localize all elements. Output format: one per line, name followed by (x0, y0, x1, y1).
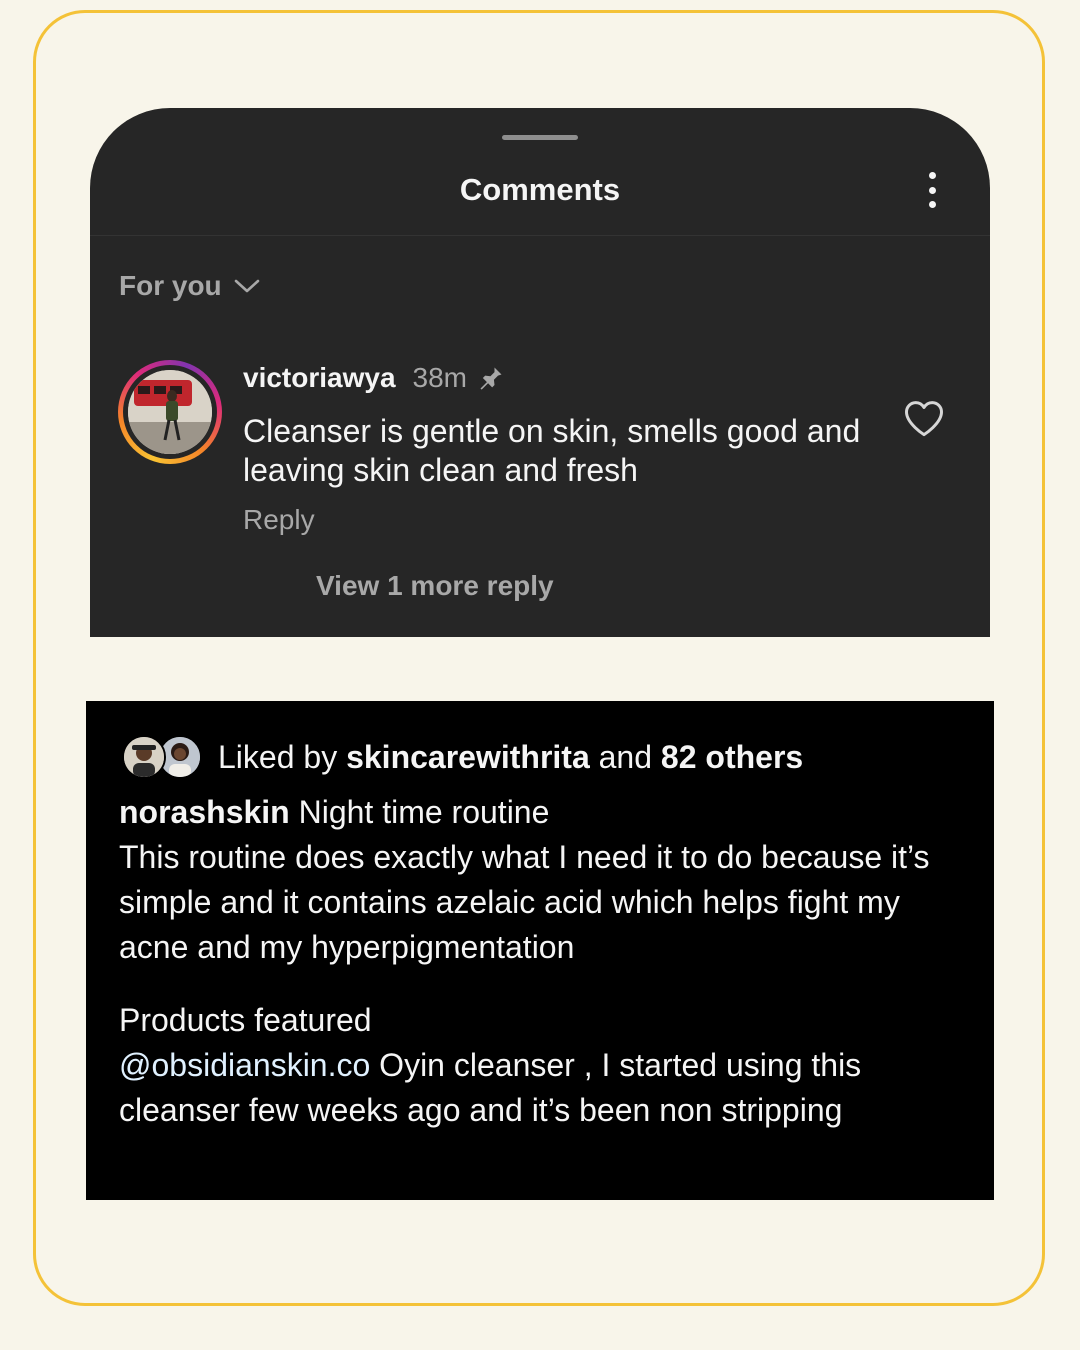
drag-handle[interactable] (502, 135, 578, 140)
comment-avatar[interactable] (118, 360, 222, 464)
liker-avatars (122, 733, 204, 781)
products-heading: Products featured (119, 1002, 372, 1038)
pin-icon (480, 367, 502, 390)
liked-user[interactable]: skincarewithrita (346, 739, 590, 776)
avatar (122, 735, 166, 779)
comment-filter-dropdown[interactable]: For you (119, 270, 260, 302)
mention-link[interactable]: @obsidianskin.co (119, 1047, 370, 1083)
sheet-title: Comments (459, 172, 621, 207)
chevron-down-icon (234, 279, 259, 293)
caption-author[interactable]: norashskin (119, 794, 290, 830)
heart-outline-icon[interactable] (903, 398, 945, 438)
divider (90, 235, 990, 236)
view-more-replies-button[interactable]: View 1 more reply (316, 570, 554, 602)
more-options-button[interactable] (916, 168, 948, 212)
avatar-photo (128, 370, 212, 454)
caption-body: This routine does exactly what I need it… (119, 839, 930, 965)
comments-sheet: Comments For you victoriawya 38m Cleanse… (90, 108, 990, 637)
liked-by-row[interactable]: Liked by skincarewithrita and 82 others (122, 733, 803, 781)
comment-time: 38m (412, 362, 467, 393)
caption: norashskin Night time routine This routi… (119, 790, 969, 1133)
comment-header: victoriawya 38m (243, 362, 505, 394)
comment-text: Cleanser is gentle on skin, smells good … (243, 413, 861, 488)
reply-button[interactable]: Reply (243, 504, 315, 536)
post-caption-panel: Liked by skincarewithrita and 82 others … (86, 701, 994, 1200)
more-vertical-icon (928, 172, 936, 179)
filter-label: For you (119, 270, 222, 301)
liked-and: and (598, 738, 653, 775)
liked-prefix: Liked by (218, 738, 338, 775)
liked-others[interactable]: 82 others (661, 739, 803, 776)
comment-username[interactable]: victoriawya (243, 362, 396, 394)
caption-title: Night time routine (298, 794, 550, 830)
